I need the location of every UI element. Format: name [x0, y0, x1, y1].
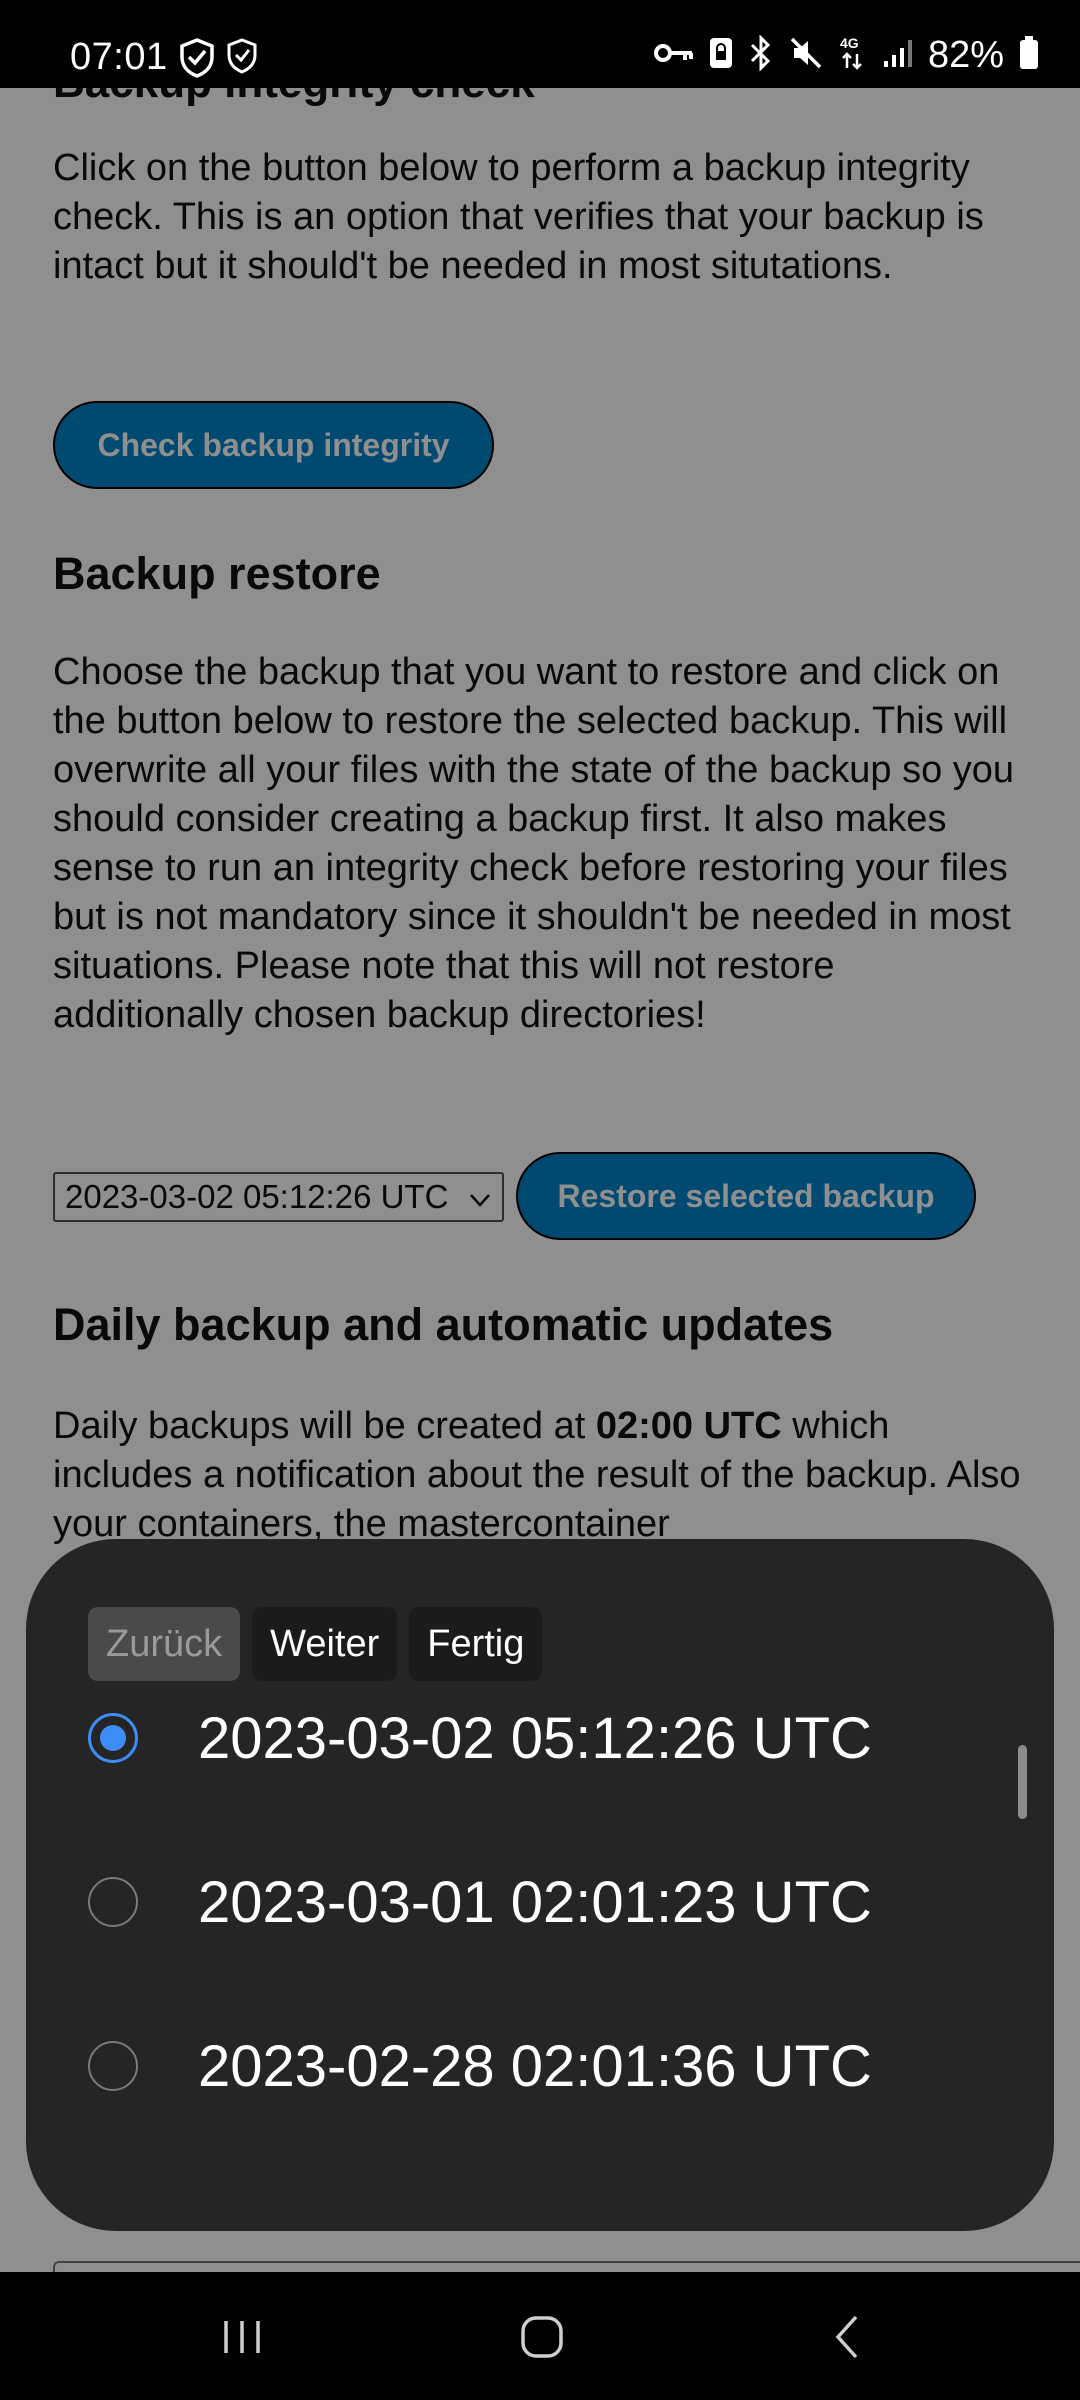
shield-check-small-icon	[226, 38, 258, 83]
svg-text:4G: 4G	[840, 35, 859, 51]
status-right: 4G 82%	[653, 34, 1040, 77]
battery-percent: 82%	[927, 34, 1004, 76]
signal-icon	[882, 37, 914, 74]
home-icon	[521, 2316, 563, 2358]
picker-scrollbar[interactable]	[1018, 1745, 1027, 1819]
done-button[interactable]: Fertig	[409, 1607, 543, 1681]
picker-nav-buttons: Zurück Weiter Fertig	[88, 1607, 543, 1681]
system-navigation-bar	[0, 2272, 1080, 2400]
vpn-key-icon	[653, 40, 694, 71]
screen: 07:01 4G 82% Click on the button below t…	[0, 0, 1080, 2400]
picker-option[interactable]: 2023-03-01 02:01:23 UTC	[88, 1847, 988, 1957]
status-bar: 07:01 4G 82%	[0, 0, 1080, 88]
recent-apps-icon	[224, 2321, 260, 2353]
back-nav-button[interactable]	[818, 2312, 878, 2362]
next-button[interactable]: Weiter	[252, 1607, 398, 1681]
radio-button[interactable]	[88, 1877, 138, 1927]
picker-option[interactable]: 2023-02-28 02:01:36 UTC	[88, 2011, 988, 2121]
status-left-icons	[178, 38, 258, 83]
back-button[interactable]: Zurück	[88, 1607, 241, 1681]
bluetooth-icon	[748, 34, 774, 76]
recent-apps-button[interactable]	[212, 2312, 272, 2362]
mute-icon	[788, 35, 824, 76]
network-4g-icon: 4G	[838, 34, 868, 77]
status-time: 07:01	[70, 36, 168, 78]
battery-icon	[1018, 35, 1040, 76]
radio-button-selected[interactable]	[88, 1713, 138, 1763]
picker-option-label: 2023-03-02 05:12:26 UTC	[198, 1705, 872, 1771]
lock-file-icon	[708, 36, 734, 75]
home-button[interactable]	[512, 2312, 572, 2362]
picker-option-label: 2023-03-01 02:01:23 UTC	[198, 1869, 872, 1935]
select-picker-sheet: Zurück Weiter Fertig 2023-03-02 05:12:26…	[26, 1539, 1054, 2231]
back-arrow-icon	[835, 2315, 858, 2359]
shield-check-icon	[178, 38, 216, 83]
picker-option-label: 2023-02-28 02:01:36 UTC	[198, 2033, 872, 2099]
radio-button[interactable]	[88, 2041, 138, 2091]
picker-option[interactable]: 2023-03-02 05:12:26 UTC	[88, 1683, 988, 1793]
